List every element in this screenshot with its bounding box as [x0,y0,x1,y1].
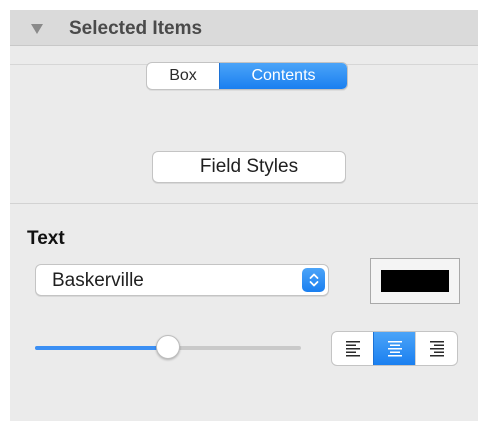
align-right-icon [429,340,444,356]
selected-items-header[interactable]: Selected Items [10,10,478,46]
align-left-button[interactable] [332,332,373,365]
text-color-well[interactable] [370,258,460,304]
align-center-icon [387,340,402,356]
alignment-control [331,331,458,366]
inspector-panel: Selected Items Box Contents Field Styles… [10,10,478,421]
align-left-icon [345,340,360,356]
section-divider [10,203,478,204]
section-title: Selected Items [69,18,203,39]
tab-box[interactable]: Box [147,63,219,89]
disclosure-triangle-icon[interactable] [31,24,43,34]
slider-fill [35,346,168,350]
text-section-label: Text [27,228,65,249]
updown-chevron-icon[interactable] [302,268,325,292]
slider-thumb[interactable] [156,335,180,359]
text-color-swatch [381,270,449,292]
font-select-value: Baskerville [52,270,144,291]
font-select[interactable]: Baskerville [35,264,329,296]
align-center-button[interactable] [373,332,415,365]
box-contents-tabs: Box Contents [146,62,348,90]
field-styles-button[interactable]: Field Styles [152,151,346,183]
tab-contents[interactable]: Contents [219,63,347,89]
align-right-button[interactable] [415,332,457,365]
